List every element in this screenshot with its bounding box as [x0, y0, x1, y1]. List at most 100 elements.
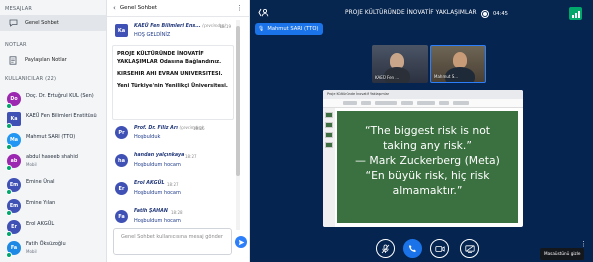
send-button[interactable] [235, 236, 247, 248]
chat-message: Er Erol AKGÜL 18:27 Hoşbuldum hocam [111, 180, 235, 202]
message-author: KAEÜ Fen Bilimleri Ens... (çevrimdışı) [134, 23, 226, 29]
user-item[interactable]: Ka KAEÜ Fen Bilimleri Enstitüsü [0, 109, 106, 129]
welcome-line: YAKLAŞIMLAR Odasına Bağlandınız. [117, 59, 222, 65]
shared-notes-label: Paylaşılan Notlar [25, 57, 67, 63]
user-device: Mobil [26, 162, 37, 167]
user-name: Fatih Öksüzoğlu [26, 241, 66, 247]
author-name: Erol AKGÜL [134, 181, 165, 186]
presentation-area: PROJE KÜLTÜRÜNDE İNOVATİF YAKLAŞIMLAR 04… [250, 0, 593, 262]
slide-quote-line: “En büyük risk, hiç risk [365, 169, 490, 182]
online-status-icon [6, 165, 12, 171]
online-status-icon [6, 123, 12, 129]
shared-window-toolbar [323, 99, 523, 108]
shared-window-title: Proje Kültüründe İnovatif Yaklaşımlar [327, 92, 390, 96]
user-item[interactable]: Em Emine Ünal [0, 175, 106, 195]
recording-icon[interactable] [481, 10, 489, 18]
author-name: KAEÜ Fen Bilimleri Ens... [134, 24, 201, 29]
send-icon [238, 239, 244, 245]
user-name: abdul haseeb shahid [26, 154, 78, 160]
welcome-line: Yeni Türkiye'nin Yenilikçi Üniversitesi. [117, 83, 228, 89]
avatar: ha [115, 154, 128, 167]
leave-audio-button[interactable] [403, 239, 422, 258]
presentation-slide: “The biggest risk is not taking any risk… [337, 111, 518, 223]
chat-message: Fa Fatih ŞAHAN 18:28 Hoşbuldum hocam [111, 208, 235, 228]
public-chat-label: Genel Sohbet [25, 20, 59, 26]
shared-window-titlebar: Proje Kültüründe İnovatif Yaklaşımlar [323, 90, 523, 99]
user-name: Emine Yılan [26, 200, 56, 206]
webcam-tile[interactable]: Mahmut S... [430, 45, 486, 83]
message-author: Erol AKGÜL [134, 181, 165, 186]
user-name: Emine Ünal [26, 179, 55, 185]
user-item[interactable]: Do Doç. Dr. Ertuğrul KUL (Sen) [0, 89, 106, 109]
slide-quote-line: — Mark Zuckerberg (Meta) [355, 154, 500, 167]
user-name: Erol AKGÜL [26, 221, 55, 227]
message-time: 18:19 [219, 24, 231, 29]
avatar: Fa [115, 210, 128, 223]
screen-share[interactable]: Proje Kültüründe İnovatif Yaklaşımlar “T… [323, 90, 523, 227]
scrollbar-thumb[interactable] [236, 26, 240, 176]
chat-message: ha handan yalçınkaya 18:27 Hoşbuldum hoc… [111, 152, 235, 174]
sidebar: MESAJLAR Genel Sohbet NOTLAR Paylaşılan … [0, 0, 107, 262]
message-input[interactable]: Genel Sohbet kullanıcısına mesaj gönder [113, 228, 232, 255]
meeting-title: PROJE KÜLTÜRÜNDE İNOVATİF YAKLAŞIMLAR [345, 10, 477, 16]
more-options-icon[interactable]: ⋮ [236, 4, 243, 12]
conference-app: MESAJLAR Genel Sohbet NOTLAR Paylaşılan … [0, 0, 593, 262]
message-text: Hoşbuldum hocam [134, 162, 181, 168]
screen-share-icon [464, 244, 475, 253]
webcam-tile[interactable]: KAEÜ Fen ... [372, 45, 428, 83]
online-status-icon [6, 189, 12, 195]
message-time: 18:28 [171, 210, 183, 215]
chevron-left-icon[interactable]: ‹ [113, 4, 116, 12]
connection-status-icon[interactable] [569, 7, 582, 20]
sidebar-item-public-chat[interactable]: Genel Sohbet [0, 15, 106, 31]
sidebar-item-shared-notes[interactable]: Paylaşılan Notlar [0, 52, 106, 68]
user-device: Mobil [26, 249, 37, 254]
slide-thumbnails [323, 108, 335, 227]
online-status-icon [6, 231, 12, 237]
webcam-label: Mahmut S... [434, 74, 459, 79]
user-item[interactable]: Em Emine Yılan [0, 196, 106, 216]
online-status-icon [6, 210, 12, 216]
hide-desktop-tooltip: Masaüstünü gizle [540, 248, 585, 260]
phone-icon [409, 245, 416, 252]
avatar: Pr [115, 126, 128, 139]
camera-icon [434, 245, 445, 252]
message-author: handan yalçınkaya [134, 153, 184, 158]
users-toggle-icon[interactable] [258, 8, 269, 20]
more-options-icon[interactable]: ⋮ [580, 240, 587, 248]
message-text: Hoşbulduk [134, 134, 161, 140]
online-status-icon [6, 252, 12, 258]
message-time: 18:27 [185, 154, 197, 159]
chat-scrollbar[interactable] [236, 20, 240, 230]
slide-quote-line: taking any risk.” [383, 139, 472, 152]
notes-icon [7, 54, 19, 66]
user-item[interactable]: Fa Fatih Öksüzoğlu Mobil [0, 238, 106, 258]
user-item[interactable]: Ma Mahmut SARI (TTO) [0, 130, 106, 150]
active-speaker-badge: 🎙 Mahmut SARI (TTO) [255, 23, 324, 35]
message-text: HOŞ GELDİNİZ [134, 32, 171, 38]
slide-quote-line: “The biggest risk is not [364, 124, 491, 137]
welcome-line: PROJE KÜLTÜRÜNDE İNOVATİF [117, 51, 204, 57]
microphone-muted-icon [381, 244, 390, 253]
user-name: Mahmut SARI (TTO) [26, 134, 76, 140]
message-time: 18:26 [193, 126, 205, 131]
share-screen-button[interactable] [460, 239, 479, 258]
chat-icon [7, 17, 19, 29]
user-name: KAEÜ Fen Bilimleri Enstitüsü [26, 113, 97, 119]
mute-button[interactable] [376, 239, 395, 258]
speaker-name: Mahmut SARI (TTO) [267, 26, 319, 32]
user-name: Doç. Dr. Ertuğrul KUL (Sen) [26, 93, 94, 99]
author-name: Prof. Dr. Filiz Arı [134, 126, 178, 131]
chat-message: Ka KAEÜ Fen Bilimleri Ens... (çevrimdışı… [111, 22, 235, 44]
chat-title: Genel Sohbet [119, 5, 157, 11]
share-webcam-button[interactable] [430, 239, 449, 258]
user-item[interactable]: ab abdul haseeb shahid Mobil [0, 151, 106, 171]
participant-face [453, 52, 467, 68]
chat-panel: ‹ Genel Sohbet ⋮ Ka KAEÜ Fen Bilimleri E… [107, 0, 250, 262]
user-item[interactable]: Er Erol AKGÜL [0, 217, 106, 237]
message-author: Fatih ŞAHAN [134, 209, 168, 214]
avatar: Er [115, 182, 128, 195]
author-name: handan yalçınkaya [134, 153, 185, 158]
welcome-line: KIRSEHIR AHI EVRAN UNIVERSITESI. [117, 71, 223, 77]
webcam-label: KAEÜ Fen ... [375, 75, 400, 80]
